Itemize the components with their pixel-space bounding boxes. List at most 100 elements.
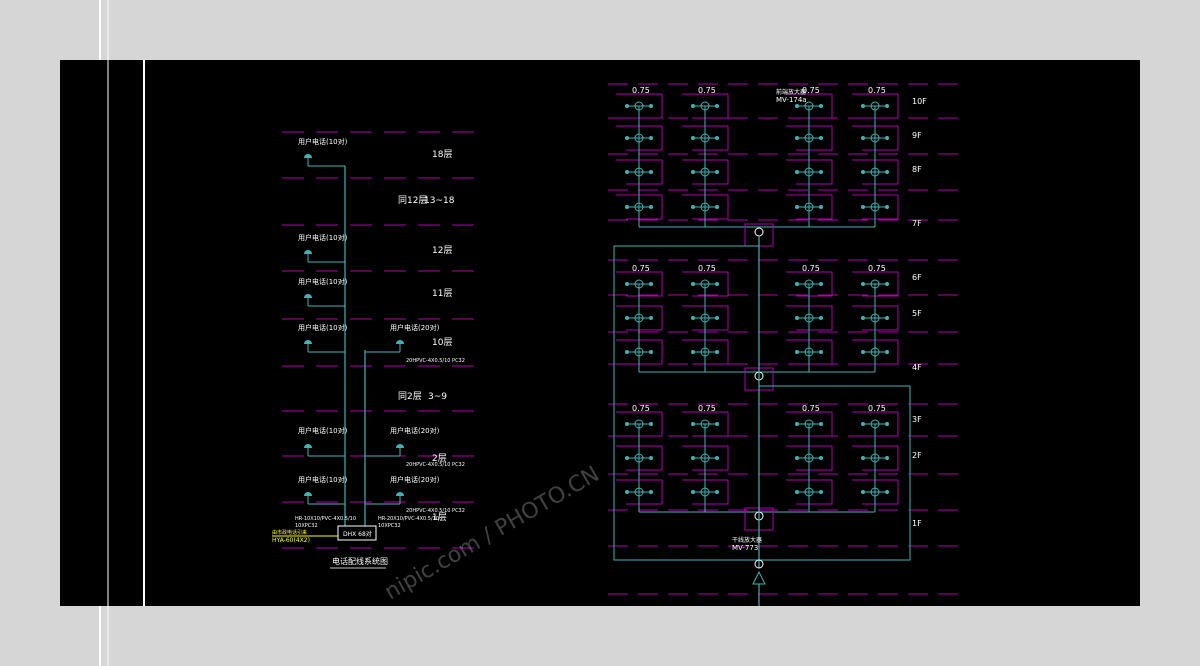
tv-outlet-icon	[861, 316, 865, 320]
tv-outlet-icon	[625, 422, 629, 426]
tv-outlet-icon	[819, 170, 823, 174]
tv-outlet-icon	[625, 282, 629, 286]
tv-outlet-icon	[715, 170, 719, 174]
tv-outlet-icon	[885, 104, 889, 108]
tv-outlet-icon	[625, 205, 629, 209]
tv-value-label: 0.75	[868, 264, 886, 273]
tv-outlet-icon	[691, 282, 695, 286]
tv-outlet-icon	[819, 422, 823, 426]
outlet-label-right-10: 用户电话(20对)	[390, 323, 440, 332]
floor-label-3F: 3F	[912, 415, 922, 424]
telephone-outlet-icon	[304, 294, 312, 298]
tv-outlet-icon	[649, 422, 653, 426]
tv-outlet-icon	[649, 490, 653, 494]
outlet-label-11: 用户电话(10对)	[298, 277, 348, 286]
tv-outlet-icon	[625, 490, 629, 494]
tv-outlet-icon	[649, 456, 653, 460]
tv-outlet-icon	[885, 316, 889, 320]
tv-outlet-icon	[819, 456, 823, 460]
tv-outlet-icon	[795, 136, 799, 140]
cable-annotation-1d: HR-10X10/PVC-4X0.5/10	[295, 516, 356, 522]
tv-outlet-icon	[861, 350, 865, 354]
tv-outlet-icon	[715, 456, 719, 460]
amp-label-top: 前端放大器	[776, 88, 806, 96]
tv-outlet-icon	[691, 104, 695, 108]
tv-outlet-icon	[861, 456, 865, 460]
tv-outlet-icon	[885, 282, 889, 286]
cable-annotation-1e: 10XPC32	[295, 523, 318, 529]
outlet-label-18: 用户电话(10对)	[298, 137, 348, 146]
telephone-outlet-icon	[396, 340, 404, 344]
tv-outlet-icon	[715, 104, 719, 108]
tv-outlet-icon	[649, 316, 653, 320]
amp-model-top: MV-174a	[776, 96, 807, 104]
tv-outlet-icon	[795, 456, 799, 460]
tv-value-label: 0.75	[698, 264, 716, 273]
cable-annotation-2: 20HPVC-4X0.5/10 PC32	[406, 462, 465, 468]
tv-value-label: 0.75	[698, 86, 716, 95]
floor-label-9F: 9F	[912, 131, 922, 140]
tv-outlet-icon	[795, 104, 799, 108]
tv-value-label: 0.75	[632, 264, 650, 273]
tv-outlet-icon	[715, 205, 719, 209]
tv-outlet-icon	[649, 350, 653, 354]
tv-outlet-icon	[819, 104, 823, 108]
tv-outlet-icon	[885, 350, 889, 354]
tv-outlet-icon	[795, 422, 799, 426]
tv-outlet-icon	[649, 104, 653, 108]
tv-outlet-icon	[715, 282, 719, 286]
tv-outlet-icon	[691, 422, 695, 426]
tv-outlet-icon	[691, 490, 695, 494]
tv-outlet-icon	[691, 170, 695, 174]
tv-outlet-icon	[885, 136, 889, 140]
tv-outlet-icon	[715, 490, 719, 494]
telephone-outlet-icon	[396, 444, 404, 448]
tv-outlet-icon	[691, 350, 695, 354]
tv-outlet-icon	[625, 350, 629, 354]
tv-outlet-icon	[861, 422, 865, 426]
drawing-area: 18层 13~18 同12层 12层 11层 10层 3~9 同2层 2层 1层…	[60, 60, 1140, 606]
tv-outlet-icon	[795, 490, 799, 494]
tv-value-label: 0.75	[868, 404, 886, 413]
tv-outlet-icon	[649, 136, 653, 140]
tv-outlet-icon	[819, 136, 823, 140]
cable-annotation-1a: 20HPVC-4X0.5/10 PC32	[406, 508, 465, 514]
tv-outlet-icon	[885, 422, 889, 426]
floor-label-13-18: 13~18	[424, 196, 455, 206]
amplifier-triangle-icon	[752, 570, 766, 585]
right-tv-riser	[613, 106, 911, 569]
tv-outlet-icon	[625, 170, 629, 174]
zone-label-same-2: 同2层	[398, 391, 422, 402]
tv-outlet-icon	[819, 490, 823, 494]
telephone-outlet-icon	[304, 340, 312, 344]
outlet-label-right-1: 用户电话(20对)	[390, 475, 440, 484]
tv-outlet-icon	[861, 205, 865, 209]
left-diagram-title: 电话配线系统图	[332, 556, 388, 566]
tv-outlet-icon	[861, 104, 865, 108]
telephone-outlet-icon	[304, 492, 312, 496]
outlet-label-2: 用户电话(10对)	[298, 426, 348, 435]
telephone-outlet-icon	[304, 444, 312, 448]
tv-outlet-icon	[715, 316, 719, 320]
tv-outlet-icon	[795, 205, 799, 209]
outlet-label-1: 用户电话(10对)	[298, 475, 348, 484]
right-floor-labels: 10F 9F 8F 7F 6F 5F 4F 3F 2F 1F	[912, 97, 927, 528]
tv-outlet-icon	[649, 282, 653, 286]
amp-model-bottom: MV-773	[732, 544, 758, 552]
tv-outlet-icon	[715, 136, 719, 140]
tv-outlet-icon	[885, 490, 889, 494]
tv-outlet-icon	[795, 350, 799, 354]
tv-outlet-icon	[861, 136, 865, 140]
outlet-label-10: 用户电话(10对)	[298, 323, 348, 332]
tv-outlet-icon	[795, 170, 799, 174]
floor-label-1F: 1F	[912, 519, 922, 528]
telephone-outlet-icon	[304, 250, 312, 254]
left-telephone-riser	[307, 158, 401, 526]
trunk-loop-left	[613, 245, 759, 561]
tv-value-label: 0.75	[698, 404, 716, 413]
floor-label-3-9: 3~9	[428, 392, 447, 402]
tv-value-label: 0.75	[802, 264, 820, 273]
tv-outlet-icon	[819, 205, 823, 209]
tv-value-label: 0.75	[632, 404, 650, 413]
tv-outlet-icon	[795, 282, 799, 286]
